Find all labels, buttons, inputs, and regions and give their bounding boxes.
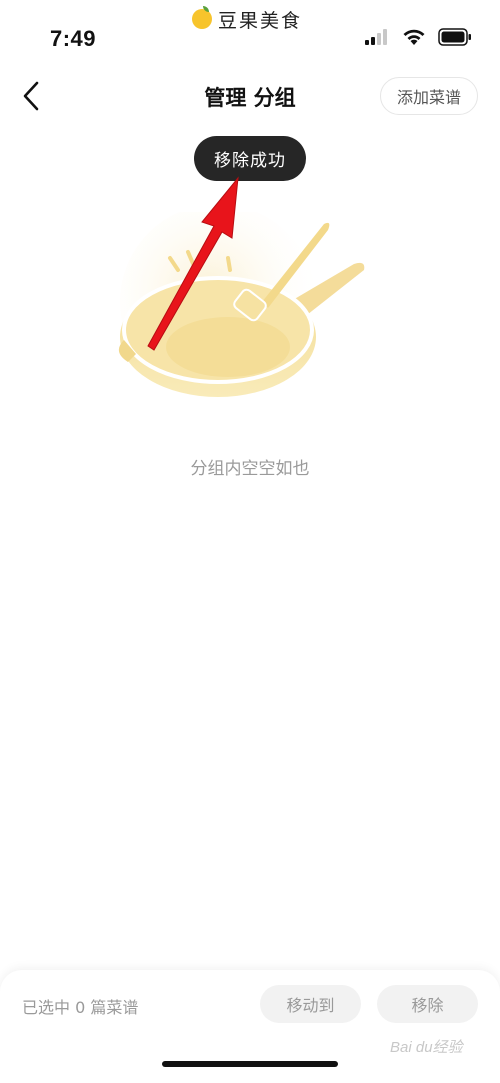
app-logo-icon [192, 6, 212, 29]
empty-state-text: 分组内空空如也 [190, 459, 310, 479]
chevron-left-icon [23, 81, 39, 111]
watermark: Bai du经验 [390, 1039, 463, 1056]
signal-icon [365, 29, 387, 45]
home-indicator[interactable] [162, 1061, 338, 1067]
status-time: 7:49 [50, 26, 97, 51]
add-recipe-button[interactable]: 添加菜谱 [380, 77, 478, 115]
wifi-icon [403, 29, 425, 45]
nav-bar: 管理 分组 添加菜谱 [0, 68, 500, 128]
battery-icon [438, 28, 471, 46]
system-icons [364, 28, 472, 46]
bottom-action-bar: 已选中 0 篇菜谱 移动到 移除 Bai du经验 [0, 970, 500, 1083]
move-to-button[interactable]: 移动到 [260, 985, 361, 1023]
frying-pan-illustration [118, 204, 365, 400]
remove-button[interactable]: 移除 [377, 985, 478, 1023]
toast-message: 移除成功 [194, 136, 306, 181]
back-button[interactable] [14, 76, 48, 116]
app-name: 豆果美食 [218, 9, 303, 32]
empty-state-illustration [118, 204, 378, 432]
status-bar: 7:49 豆果美食 [0, 0, 500, 60]
app-badge: 豆果美食 [192, 6, 302, 32]
selected-count-text: 已选中 0 篇菜谱 [22, 998, 139, 1017]
